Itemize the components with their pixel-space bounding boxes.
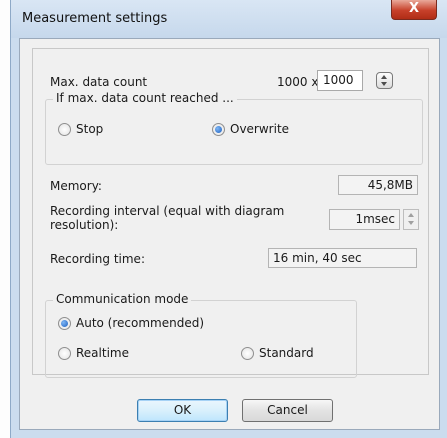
dialog-body: Max. data count 1000 x 1000 If max. data…	[19, 38, 440, 430]
overflow-mode-group-title: If max. data count reached ...	[53, 91, 237, 105]
spin-down-icon	[408, 221, 414, 225]
window-title: Measurement settings	[22, 11, 168, 26]
max-data-count-multiplier: 1000 x	[277, 75, 319, 89]
radio-stop[interactable]	[58, 123, 71, 136]
radio-stop-label[interactable]: Stop	[76, 122, 103, 136]
radio-auto[interactable]	[58, 317, 71, 330]
radio-auto-label[interactable]: Auto (recommended)	[76, 316, 204, 330]
radio-realtime[interactable]	[58, 347, 71, 360]
spin-up-icon	[381, 75, 387, 79]
memory-label: Memory:	[50, 179, 102, 193]
spin-down-icon	[381, 82, 387, 86]
radio-overwrite-label[interactable]: Overwrite	[230, 122, 289, 136]
recording-interval-label-line1: Recording interval (equal with diagram	[50, 204, 285, 218]
max-data-count-input[interactable]: 1000	[317, 70, 363, 91]
max-data-count-label: Max. data count	[50, 75, 148, 89]
title-bar[interactable]: Measurement settings X	[11, 0, 447, 38]
close-icon: X	[408, 1, 420, 16]
recording-time-value: 16 min, 40 sec	[268, 248, 417, 268]
communication-mode-group	[45, 300, 357, 378]
max-data-count-spinner[interactable]	[376, 72, 393, 89]
radio-overwrite[interactable]	[212, 123, 225, 136]
measurement-settings-dialog: Measurement settings X Max. data count 1…	[10, 0, 447, 438]
spin-up-icon	[408, 213, 414, 217]
recording-interval-spinner[interactable]	[403, 209, 419, 230]
settings-panel: Max. data count 1000 x 1000 If max. data…	[32, 48, 429, 378]
ok-button[interactable]: OK	[137, 399, 228, 422]
radio-standard[interactable]	[241, 347, 254, 360]
radio-realtime-label[interactable]: Realtime	[76, 346, 129, 360]
close-button[interactable]: X	[391, 0, 437, 20]
communication-mode-group-title: Communication mode	[53, 292, 192, 306]
memory-value: 45,8MB	[338, 175, 418, 195]
recording-interval-label-line2: resolution):	[50, 218, 119, 232]
cancel-button[interactable]: Cancel	[242, 399, 333, 422]
radio-standard-label[interactable]: Standard	[259, 346, 314, 360]
recording-interval-value[interactable]: 1msec	[329, 209, 400, 230]
recording-time-label: Recording time:	[50, 252, 145, 266]
